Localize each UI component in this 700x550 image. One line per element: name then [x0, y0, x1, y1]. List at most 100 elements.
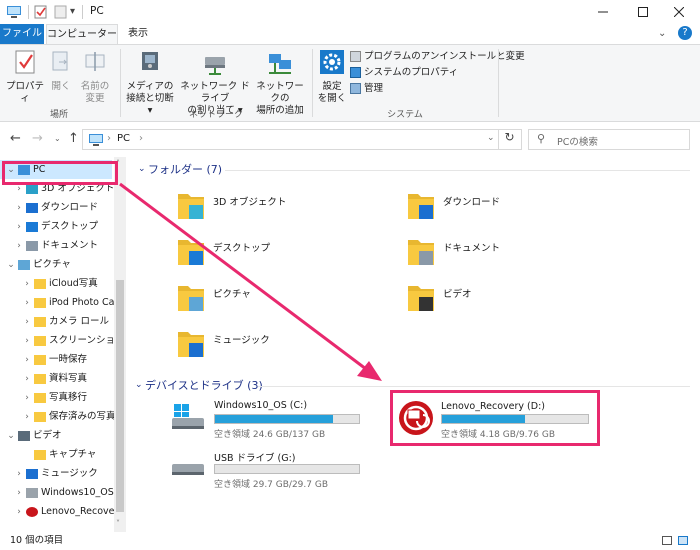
open-settings-button[interactable]: 設定 を開く [316, 49, 348, 105]
customize-quick-access-icon[interactable]: ▾ [70, 4, 80, 20]
nav-item-label: 写真移行 [49, 392, 88, 403]
media-connect-label-1: メディアの [126, 81, 174, 92]
ribbon: プロパティ 開く 名前の 変更 場所 メディアの 接続と切断 ▾ ネットワーク … [0, 44, 700, 122]
desktop-icon [26, 221, 38, 232]
search-input[interactable]: ⚲ PCの検索 [528, 129, 690, 150]
collapsed-chevron-icon[interactable]: › [20, 313, 34, 331]
nav-item-label: ダウンロード [41, 202, 99, 213]
nav-item[interactable]: › iPod Photo Cac [0, 293, 114, 312]
nav-item[interactable]: ⌄ ピクチャ [0, 255, 114, 274]
tab-computer[interactable]: コンピューター [46, 24, 118, 45]
nav-item-label: 一時保存 [49, 354, 88, 365]
nav-item[interactable]: › デスクトップ [0, 217, 114, 236]
refresh-button[interactable]: ↻ [498, 130, 520, 149]
nav-item[interactable]: › iCloud写真 [0, 274, 114, 293]
nav-item-label: iCloud写真 [49, 278, 98, 289]
folder-downloads[interactable]: ダウンロード [405, 186, 615, 226]
folder-3d-objects[interactable]: 3D オブジェクト [175, 186, 385, 226]
collapsed-chevron-icon[interactable]: › [20, 370, 34, 388]
add-location-label-1: ネットワークの [256, 81, 304, 104]
collapsed-chevron-icon[interactable]: › [12, 237, 26, 255]
collapsed-chevron-icon[interactable]: › [20, 294, 34, 312]
group-collapse-icon[interactable]: ⌄ [135, 380, 143, 390]
manage-label: 管理 [364, 83, 384, 94]
manage-button[interactable]: 管理 [350, 83, 383, 95]
properties-quick-icon[interactable] [34, 4, 48, 20]
nav-item[interactable]: › 写真移行 [0, 388, 114, 407]
folder-label: ビデオ [443, 289, 472, 300]
folder-videos[interactable]: ビデオ [405, 278, 615, 318]
scroll-down-icon[interactable]: ˅ [116, 519, 120, 528]
drives-heading[interactable]: デバイスとドライブ (3) [145, 377, 263, 393]
expanded-chevron-icon[interactable]: ⌄ [4, 427, 18, 445]
folder-label: ピクチャ [213, 289, 251, 300]
nav-item[interactable]: › Lenovo_Recover [0, 502, 114, 521]
details-view-icon[interactable] [662, 536, 672, 545]
uninstall-icon [350, 51, 361, 62]
folder-documents[interactable]: ドキュメント [405, 232, 615, 272]
manage-icon [350, 83, 361, 94]
rename-button[interactable]: 名前の 変更 [76, 49, 114, 105]
nav-item[interactable]: キャプチャ [0, 445, 114, 464]
nav-item[interactable]: › 一時保存 [0, 350, 114, 369]
nav-item[interactable]: › 保存済みの写真 [0, 407, 114, 426]
scroll-up-icon[interactable]: ˄ [116, 159, 120, 168]
nav-item[interactable]: ⌄ ビデオ [0, 426, 114, 445]
collapsed-chevron-icon[interactable]: › [20, 275, 34, 293]
nav-item[interactable]: ⌄ PC [0, 160, 112, 179]
nav-item[interactable]: › スクリーンショット [0, 331, 114, 350]
drive-c-item[interactable]: Windows10_OS (C:) 空き領域 24.6 GB/137 GB [170, 396, 370, 442]
collapsed-chevron-icon[interactable]: › [20, 389, 34, 407]
new-folder-quick-icon[interactable] [54, 4, 68, 20]
folder-icon [34, 335, 46, 346]
nav-item[interactable]: › Windows10_OS ( [0, 483, 114, 502]
folders-heading[interactable]: フォルダー (7) [148, 161, 222, 177]
drive-d-item[interactable]: Lenovo_Recovery (D:) 空き領域 4.18 GB/9.76 G… [390, 390, 600, 446]
nav-item[interactable]: › 資料写真 [0, 369, 114, 388]
collapsed-chevron-icon[interactable]: › [12, 199, 26, 217]
nav-item[interactable]: › ミュージック [0, 464, 114, 483]
expanded-chevron-icon[interactable]: ⌄ [4, 256, 18, 274]
nav-item-label: 3D オブジェクト [41, 183, 114, 194]
large-icons-view-icon[interactable] [678, 536, 688, 545]
group-collapse-icon[interactable]: ⌄ [138, 164, 146, 174]
folder-music[interactable]: ミュージック [175, 324, 385, 364]
open-button[interactable]: 開く [48, 49, 74, 93]
group-divider [225, 170, 690, 171]
close-button[interactable] [656, 0, 700, 24]
drive-g-item[interactable]: USB ドライブ (G:) 空き領域 29.7 GB/29.7 GB [170, 446, 370, 492]
collapsed-chevron-icon[interactable]: › [12, 503, 26, 521]
nav-item[interactable]: › ダウンロード [0, 198, 114, 217]
back-button[interactable]: ← [10, 131, 21, 146]
system-properties-button[interactable]: システムのプロパティ [350, 67, 458, 79]
map-drive-label-1: ネットワーク ドライブ [180, 81, 250, 104]
collapsed-chevron-icon[interactable]: › [12, 218, 26, 236]
recent-locations-button[interactable]: ⌄ [54, 134, 61, 143]
collapsed-chevron-icon[interactable]: › [12, 180, 26, 198]
address-dropdown-icon[interactable]: ⌄ [487, 133, 495, 143]
system-properties-label: システムのプロパティ [364, 67, 459, 78]
nav-item[interactable]: › カメラ ロール [0, 312, 114, 331]
up-button[interactable]: ↑ [68, 131, 79, 146]
expanded-chevron-icon[interactable]: ⌄ [4, 161, 18, 179]
breadcrumb-pc[interactable]: PC [117, 133, 130, 144]
nav-item[interactable]: › ドキュメント [0, 236, 114, 255]
nav-scrollbar-thumb[interactable] [116, 280, 124, 512]
tab-view[interactable]: 表示 [120, 24, 156, 44]
tab-file[interactable]: ファイル [0, 24, 44, 44]
ribbon-collapse-icon[interactable]: ⌄ [658, 28, 666, 39]
help-icon[interactable]: ? [678, 26, 692, 40]
collapsed-chevron-icon[interactable]: › [12, 465, 26, 483]
address-bar[interactable]: › PC › ⌄ [82, 129, 522, 150]
nav-item[interactable]: › 3D オブジェクト [0, 179, 114, 198]
ribbon-separator [312, 49, 313, 117]
folder-pictures[interactable]: ピクチャ [175, 278, 385, 318]
collapsed-chevron-icon[interactable]: › [20, 351, 34, 369]
collapsed-chevron-icon[interactable]: › [12, 484, 26, 502]
forward-button[interactable]: → [32, 131, 43, 146]
drive-d-usage-bar [441, 414, 589, 424]
properties-button[interactable]: プロパティ [4, 49, 46, 105]
collapsed-chevron-icon[interactable]: › [20, 332, 34, 350]
folder-desktop[interactable]: デスクトップ [175, 232, 385, 272]
collapsed-chevron-icon[interactable]: › [20, 408, 34, 426]
